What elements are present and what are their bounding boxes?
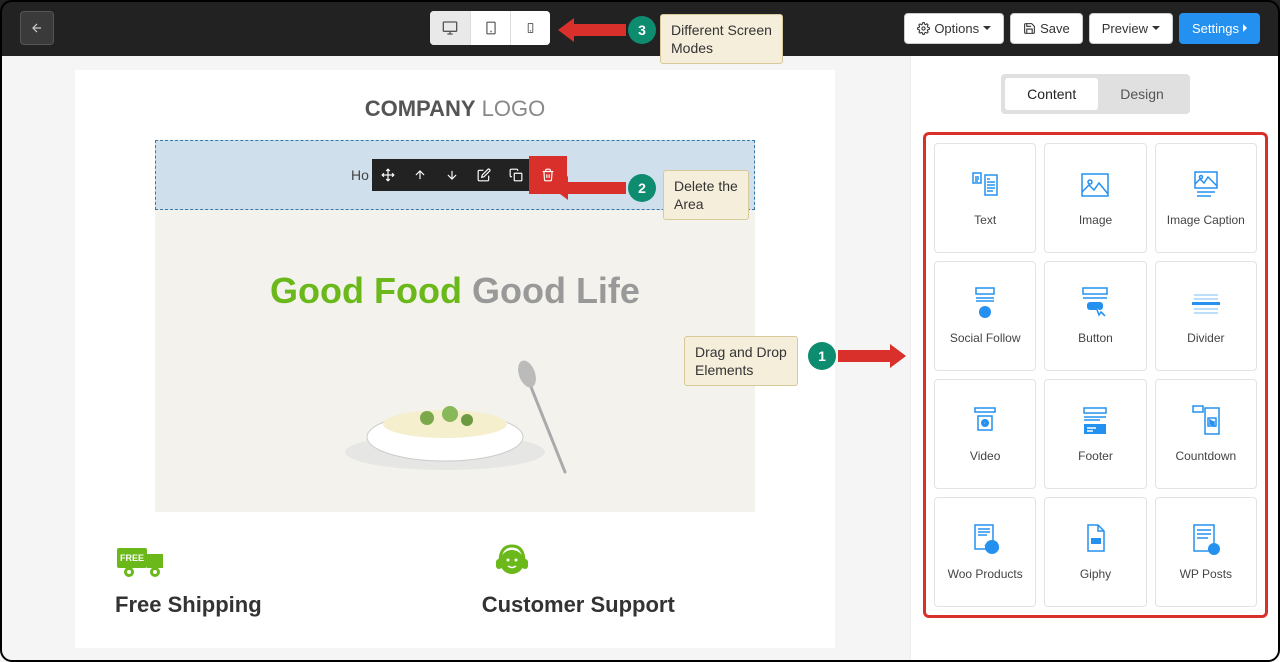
chevron-down-icon <box>1152 26 1160 30</box>
element-giphy[interactable]: GIF Giphy <box>1044 497 1146 607</box>
element-text[interactable]: Text <box>934 143 1036 253</box>
screen-mode-group <box>430 11 550 45</box>
elements-palette: Text Image Image Caption f Social Follow… <box>923 132 1268 618</box>
annotation-arrow <box>838 350 892 362</box>
move-icon[interactable] <box>372 159 404 191</box>
element-social-follow[interactable]: f Social Follow <box>934 261 1036 371</box>
feature-free-shipping: FREE Free Shipping <box>115 542 262 618</box>
element-button[interactable]: Button <box>1044 261 1146 371</box>
svg-text:W: W <box>1211 547 1218 554</box>
options-button[interactable]: Options <box>904 13 1004 44</box>
back-button[interactable] <box>20 11 54 45</box>
hero-image <box>175 342 735 482</box>
annotation-badge-2: 2 <box>628 174 656 202</box>
desktop-mode-button[interactable] <box>430 11 470 45</box>
hero-title: Good Food Good Life <box>175 270 735 312</box>
callout-screen-modes: Different Screen Modes <box>660 14 783 64</box>
annotation-arrow <box>572 24 626 36</box>
move-down-icon[interactable] <box>436 159 468 191</box>
logo-block[interactable]: COMPANY LOGO <box>75 70 835 140</box>
element-video[interactable]: Video <box>934 379 1036 489</box>
feature-row[interactable]: FREE Free Shipping Customer Support <box>75 512 835 648</box>
feature-customer-support: Customer Support <box>482 542 675 618</box>
feature-title: Free Shipping <box>115 592 262 618</box>
svg-text:Woo: Woo <box>986 546 999 552</box>
element-wp-posts[interactable]: W WP Posts <box>1155 497 1257 607</box>
headset-icon <box>482 542 542 582</box>
callout-drag-drop: Drag and Drop Elements <box>684 336 798 386</box>
truck-icon: FREE <box>115 542 175 582</box>
element-divider[interactable]: Divider <box>1155 261 1257 371</box>
settings-button[interactable]: Settings <box>1179 13 1260 44</box>
element-countdown[interactable]: Countdown <box>1155 379 1257 489</box>
callout-delete-area: Delete the Area <box>663 170 749 220</box>
tablet-mode-button[interactable] <box>470 11 510 45</box>
feature-title: Customer Support <box>482 592 675 618</box>
edit-icon[interactable] <box>468 159 500 191</box>
chevron-down-icon <box>983 26 991 30</box>
chevron-right-icon <box>1243 24 1247 32</box>
nav-text: Ho <box>351 167 369 183</box>
preview-button[interactable]: Preview <box>1089 13 1173 44</box>
move-up-icon[interactable] <box>404 159 436 191</box>
element-woo-products[interactable]: Woo Woo Products <box>934 497 1036 607</box>
duplicate-icon[interactable] <box>500 159 532 191</box>
sidebar: Content Design Text Image Image Caption <box>910 56 1280 662</box>
annotation-badge-3: 3 <box>628 16 656 44</box>
topbar-actions: Options Save Preview Settings <box>904 13 1260 44</box>
element-image[interactable]: Image <box>1044 143 1146 253</box>
tab-design[interactable]: Design <box>1098 78 1186 110</box>
element-image-caption[interactable]: Image Caption <box>1155 143 1257 253</box>
sidebar-tabs: Content Design <box>923 74 1268 114</box>
svg-text:FREE: FREE <box>120 553 144 563</box>
block-toolbar <box>372 159 564 191</box>
save-button[interactable]: Save <box>1010 13 1083 44</box>
hero-block[interactable]: Good Food Good Life <box>155 210 755 512</box>
annotation-arrow <box>566 182 626 194</box>
mobile-mode-button[interactable] <box>510 11 550 45</box>
tab-content[interactable]: Content <box>1005 78 1098 110</box>
svg-text:GIF: GIF <box>1093 539 1101 544</box>
annotation-badge-1: 1 <box>808 342 836 370</box>
element-footer[interactable]: Footer <box>1044 379 1146 489</box>
